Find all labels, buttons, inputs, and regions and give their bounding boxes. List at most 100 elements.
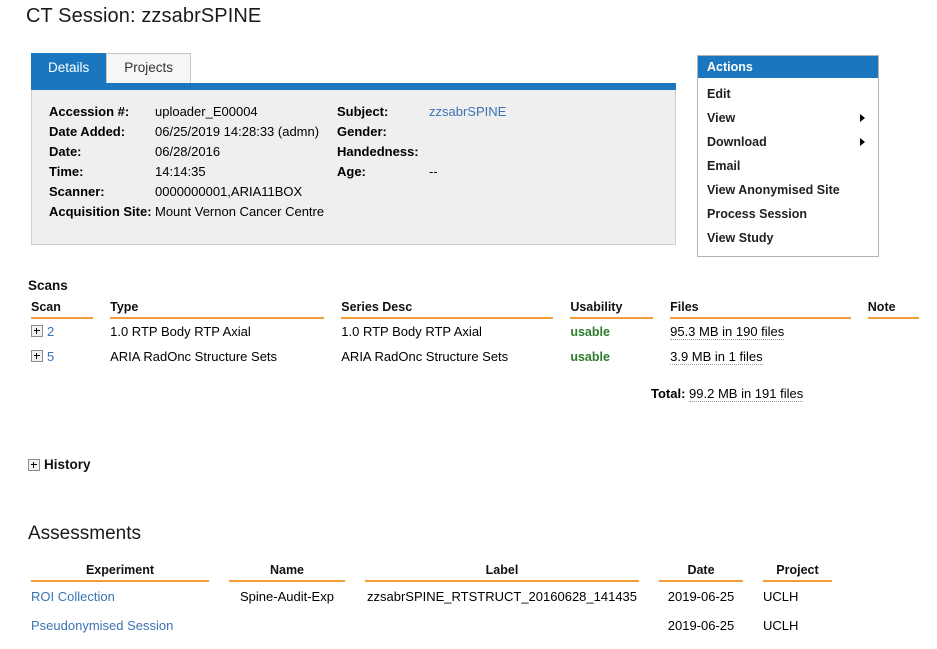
action-edit[interactable]: Edit: [698, 82, 878, 106]
action-email-label: Email: [707, 159, 741, 173]
label-scanner: Scanner:: [49, 184, 105, 199]
detail-row-scanner: Scanner: 0000000001,ARIA11BOX: [49, 184, 324, 204]
action-view-anonymised-site[interactable]: View Anonymised Site: [698, 178, 878, 202]
scan-cell-id: 5: [31, 344, 93, 369]
scan-cell-series-desc: ARIA RadOnc Structure Sets: [341, 349, 509, 364]
detail-row-time: Time: 14:14:35: [49, 164, 324, 184]
assessment-cell-experiment: ROI Collection: [31, 581, 209, 611]
details-column-left: Accession #: uploader_E00004 Date Added:…: [49, 104, 324, 224]
tab-projects[interactable]: Projects: [106, 53, 192, 83]
action-view[interactable]: View: [698, 106, 878, 130]
scans-col-series-desc[interactable]: Series Desc: [341, 300, 554, 319]
scans-total-row: Total: 99.2 MB in 191 files: [651, 386, 804, 402]
label-time: Time:: [49, 164, 84, 179]
tab-details[interactable]: Details: [31, 53, 107, 83]
scan-cell-id: 2: [31, 318, 93, 344]
detail-row-age: Age: --: [337, 164, 506, 184]
label-handedness: Handedness:: [337, 144, 419, 159]
expand-icon[interactable]: [31, 325, 43, 337]
scans-header-row: Scan Type Series Desc Usability Files No…: [31, 300, 919, 319]
assessment-cell-project: UCLH: [763, 589, 799, 604]
assessments-col-project[interactable]: Project: [763, 563, 832, 582]
value-acquisition-site: Mount Vernon Cancer Centre: [155, 204, 325, 219]
actions-menu: Edit View Download Email View Anonymised…: [698, 78, 878, 256]
value-subject-link[interactable]: zzsabrSPINE: [429, 104, 506, 119]
files-size-text[interactable]: 3.9 MB in 1 files: [670, 349, 763, 365]
detail-row-accession: Accession #: uploader_E00004: [49, 104, 324, 124]
scan-cell-files: 95.3 MB in 190 files: [670, 318, 851, 344]
scans-col-usability[interactable]: Usability: [570, 300, 654, 319]
scans-heading: Scans: [28, 278, 68, 293]
assessment-cell-name: Spine-Audit-Exp: [240, 589, 334, 604]
action-view-study-label: View Study: [707, 231, 774, 245]
scans-total-label: Total:: [651, 386, 686, 401]
assessment-cell-name: [229, 611, 345, 640]
action-download[interactable]: Download: [698, 130, 878, 154]
assessment-experiment-link[interactable]: Pseudonymised Session: [31, 618, 173, 633]
scan-cell-usability: usable: [570, 344, 653, 369]
files-size-text[interactable]: 95.3 MB in 190 files: [670, 324, 785, 340]
assessment-cell-project: UCLH: [763, 618, 799, 633]
scans-col-scan[interactable]: Scan: [31, 300, 94, 319]
detail-row-date-added: Date Added: 06/25/2019 14:28:33 (admn): [49, 124, 324, 144]
value-date: 06/28/2016: [155, 144, 221, 159]
chevron-right-icon: [860, 114, 865, 122]
label-gender: Gender:: [337, 124, 387, 139]
assessment-cell-date: 2019-06-25: [667, 589, 735, 604]
label-accession: Accession #:: [49, 104, 130, 119]
assessments-col-name[interactable]: Name: [229, 563, 345, 582]
assessments-col-date[interactable]: Date: [659, 563, 743, 582]
action-view-anonymised-site-label: View Anonymised Site: [707, 183, 840, 197]
scan-id-link[interactable]: 2: [47, 324, 54, 339]
scans-col-type[interactable]: Type: [110, 300, 325, 319]
action-download-label: Download: [707, 135, 767, 149]
scan-cell-series-desc: 1.0 RTP Body RTP Axial: [341, 324, 482, 339]
scans-col-files[interactable]: Files: [670, 300, 851, 319]
assessments-header-row: Experiment Name Label Date Project: [31, 563, 832, 582]
scan-cell-usability: usable: [570, 318, 653, 344]
detail-row-date: Date: 06/28/2016: [49, 144, 324, 164]
scan-id-link[interactable]: 5: [47, 349, 54, 364]
value-accession: uploader_E00004: [155, 104, 258, 119]
detail-row-acquisition-site: Acquisition Site: Mount Vernon Cancer Ce…: [49, 204, 324, 224]
label-date-added: Date Added:: [49, 124, 126, 139]
assessments-col-label[interactable]: Label: [365, 563, 639, 582]
scan-cell-type: 1.0 RTP Body RTP Axial: [110, 324, 251, 339]
assessments-col-experiment[interactable]: Experiment: [31, 563, 209, 582]
scan-cell-type: ARIA RadOnc Structure Sets: [110, 349, 278, 364]
action-edit-label: Edit: [707, 87, 731, 101]
label-age: Age:: [337, 164, 366, 179]
assessments-table: Experiment Name Label Date Project ROI C…: [31, 563, 832, 640]
label-acquisition-site: Acquisition Site:: [49, 204, 152, 219]
assessment-cell-date: 2019-06-25: [667, 618, 735, 633]
label-subject: Subject:: [337, 104, 389, 119]
label-date: Date:: [49, 144, 82, 159]
detail-row-handedness: Handedness:: [337, 144, 506, 164]
usability-badge: usable: [570, 350, 610, 364]
value-age: --: [429, 164, 438, 179]
value-time: 14:14:35: [155, 164, 206, 179]
expand-icon[interactable]: [31, 350, 43, 362]
detail-row-subject: Subject: zzsabrSPINE: [337, 104, 506, 124]
action-email[interactable]: Email: [698, 154, 878, 178]
assessment-cell-label: zzsabrSPINE_RTSTRUCT_20160628_141435: [366, 589, 638, 604]
table-row: 5 ARIA RadOnc Structure Sets ARIA RadOnc…: [31, 344, 919, 369]
history-section-toggle[interactable]: History: [28, 457, 91, 472]
scans-table: Scan Type Series Desc Usability Files No…: [31, 300, 919, 369]
actions-panel: Actions Edit View Download Email View An…: [697, 55, 879, 257]
action-process-session-label: Process Session: [707, 207, 808, 221]
expand-icon[interactable]: [28, 458, 40, 471]
details-column-right: Subject: zzsabrSPINE Gender: Handedness:…: [337, 104, 506, 184]
scans-total-value[interactable]: 99.2 MB in 191 files: [689, 386, 804, 402]
value-scanner: 0000000001,ARIA11BOX: [155, 184, 303, 199]
scans-col-note[interactable]: Note: [867, 300, 919, 319]
chevron-right-icon: [860, 138, 865, 146]
tab-bar: Details Projects: [31, 53, 192, 83]
assessment-experiment-link[interactable]: ROI Collection: [31, 589, 115, 604]
tab-accent-rule: [31, 83, 676, 90]
action-process-session[interactable]: Process Session: [698, 202, 878, 226]
history-label: History: [44, 457, 91, 472]
action-view-study[interactable]: View Study: [698, 226, 878, 250]
scan-cell-note: [868, 344, 919, 369]
page-title: CT Session: zzsabrSPINE: [26, 5, 262, 27]
